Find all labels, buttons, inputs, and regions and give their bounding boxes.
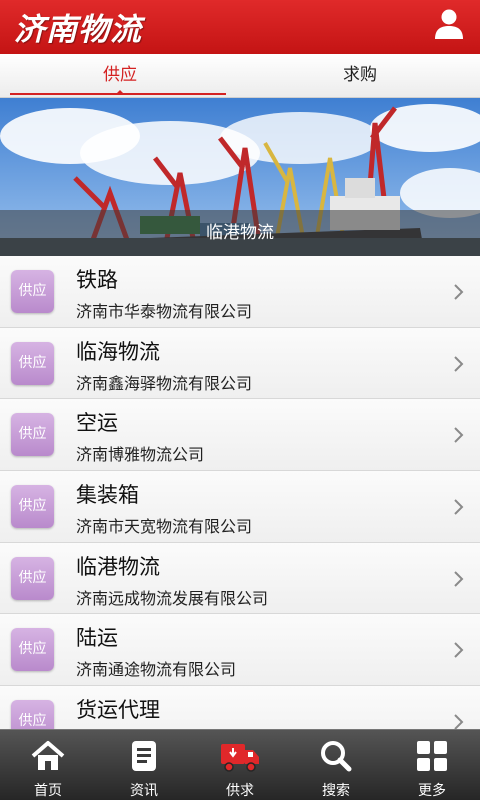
nav-news-label: 资讯 xyxy=(130,783,158,799)
chevron-right-icon xyxy=(454,284,464,300)
list-item[interactable]: 供应 临海物流 济南鑫海驿物流有限公司 xyxy=(0,327,480,400)
chevron-right-icon xyxy=(454,499,464,515)
list-item[interactable]: 供应 临港物流 济南远成物流发展有限公司 xyxy=(0,542,480,615)
item-title: 铁路 xyxy=(76,268,118,292)
bottom-nav: 首页 资讯 供求 搜索 更多 xyxy=(0,729,480,800)
supply-badge: 供应 xyxy=(11,556,54,600)
app-title: 济南物流 xyxy=(14,12,142,48)
chevron-right-icon xyxy=(454,355,464,372)
item-title: 临港物流 xyxy=(76,554,160,579)
tab-active-indicator xyxy=(115,90,125,95)
grid-icon xyxy=(417,741,447,771)
nav-supply-demand-label: 供求 xyxy=(226,783,254,799)
chevron-right-icon xyxy=(454,642,464,659)
user-icon xyxy=(435,9,463,39)
home-icon xyxy=(31,741,65,770)
tab-purchase-label: 求购 xyxy=(343,65,377,85)
list-item[interactable]: 供应 铁路 济南市华泰物流有限公司 xyxy=(0,256,480,328)
nav-search[interactable]: 搜索 xyxy=(288,730,384,800)
item-company: 济南远成物流发展有限公司 xyxy=(76,588,269,608)
nav-home-label: 首页 xyxy=(34,783,62,799)
item-title: 陆运 xyxy=(76,626,118,651)
supply-badge: 供应 xyxy=(11,413,54,457)
list-item[interactable]: 供应 货运代理 xyxy=(0,686,480,729)
item-company: 济南鑫海驿物流有限公司 xyxy=(76,373,253,393)
item-title: 空运 xyxy=(76,411,118,436)
list-item[interactable]: 供应 空运 济南博雅物流公司 xyxy=(0,399,480,472)
tab-purchase[interactable]: 求购 xyxy=(240,54,480,97)
supply-badge: 供应 xyxy=(11,270,54,313)
item-company: 济南通途物流有限公司 xyxy=(76,660,237,680)
list-item[interactable]: 供应 陆运 济南通途物流有限公司 xyxy=(0,614,480,687)
chevron-right-icon xyxy=(454,571,464,587)
nav-more-label: 更多 xyxy=(418,783,446,799)
nav-home[interactable]: 首页 xyxy=(0,730,96,800)
search-icon xyxy=(321,741,352,772)
nav-news[interactable]: 资讯 xyxy=(96,730,192,800)
item-company: 济南市天宽物流有限公司 xyxy=(76,517,253,537)
user-button[interactable] xyxy=(430,5,468,43)
item-company: 济南博雅物流公司 xyxy=(76,445,205,465)
item-title: 货运代理 xyxy=(76,698,160,723)
item-company: 济南市华泰物流有限公司 xyxy=(76,302,253,321)
banner-caption: 临港物流 xyxy=(0,210,480,256)
supply-badge: 供应 xyxy=(11,700,54,729)
chevron-right-icon xyxy=(454,427,464,444)
supply-badge: 供应 xyxy=(11,485,54,529)
item-title: 临海物流 xyxy=(76,339,160,364)
truck-icon xyxy=(221,744,259,772)
tab-supply-label: 供应 xyxy=(103,65,137,85)
app-header: 济南物流 xyxy=(0,0,480,54)
nav-search-label: 搜索 xyxy=(322,783,350,799)
item-title: 集装箱 xyxy=(76,483,139,508)
nav-supply-demand[interactable]: 供求 xyxy=(192,730,288,800)
supply-list: 供应 铁路 济南市华泰物流有限公司 供应 临海物流 济南鑫海驿物流有限公司 供应… xyxy=(0,256,480,729)
banner-carousel[interactable]: 临港物流 xyxy=(0,98,480,256)
list-item[interactable]: 供应 集装箱 济南市天宽物流有限公司 xyxy=(0,471,480,543)
chevron-right-icon xyxy=(454,714,464,729)
nav-more[interactable]: 更多 xyxy=(384,730,480,800)
tab-supply[interactable]: 供应 xyxy=(0,54,240,97)
supply-badge: 供应 xyxy=(11,628,54,672)
supply-badge: 供应 xyxy=(11,341,54,385)
tab-bar: 供应 求购 xyxy=(0,54,480,98)
news-icon xyxy=(132,741,156,771)
